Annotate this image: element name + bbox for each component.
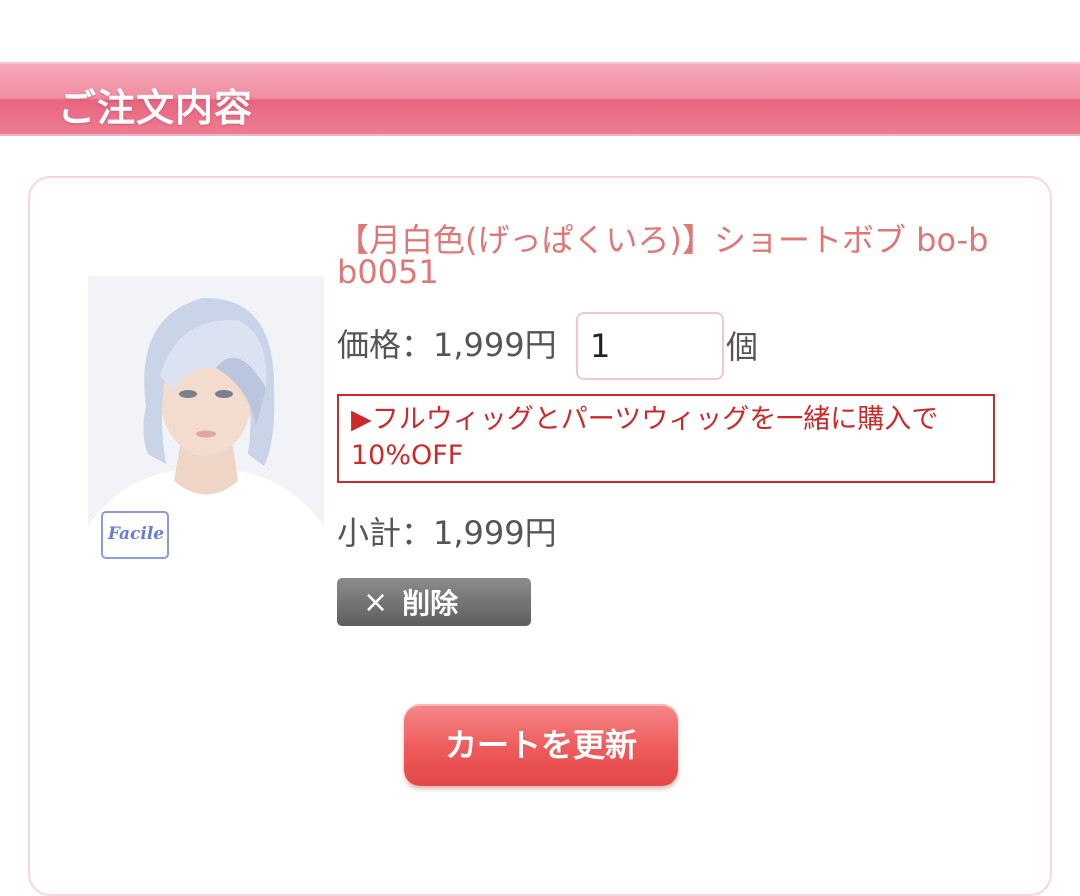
quantity-input[interactable] (576, 312, 724, 380)
promo-line-2: 10%OFF (351, 440, 464, 471)
delete-button-label: 削除 (402, 587, 459, 620)
price-label: 価格：1,999円 (337, 326, 557, 364)
promo-notice: ▶フルウィッグとパーツウィッグを一緒に購入で 10%OFF (337, 394, 995, 483)
update-cart-button[interactable]: カートを更新 (404, 704, 678, 786)
brand-logo: Facile (107, 524, 165, 544)
delete-button[interactable]: × 削除 (337, 578, 531, 626)
product-image[interactable]: Facile (88, 276, 324, 580)
subtotal-label: 小計：1,999円 (337, 514, 557, 552)
promo-line-1: ▶フルウィッグとパーツウィッグを一緒に購入で (351, 404, 939, 435)
quantity-unit: 個 (726, 328, 759, 366)
product-name-link[interactable]: 【月白色(げっぱくいろ)】ショートボブ bo-bb0051 (337, 224, 1007, 288)
close-icon: × (363, 584, 389, 620)
section-title: ご注文内容 (58, 86, 254, 130)
order-section-header: ご注文内容 (0, 62, 1080, 136)
